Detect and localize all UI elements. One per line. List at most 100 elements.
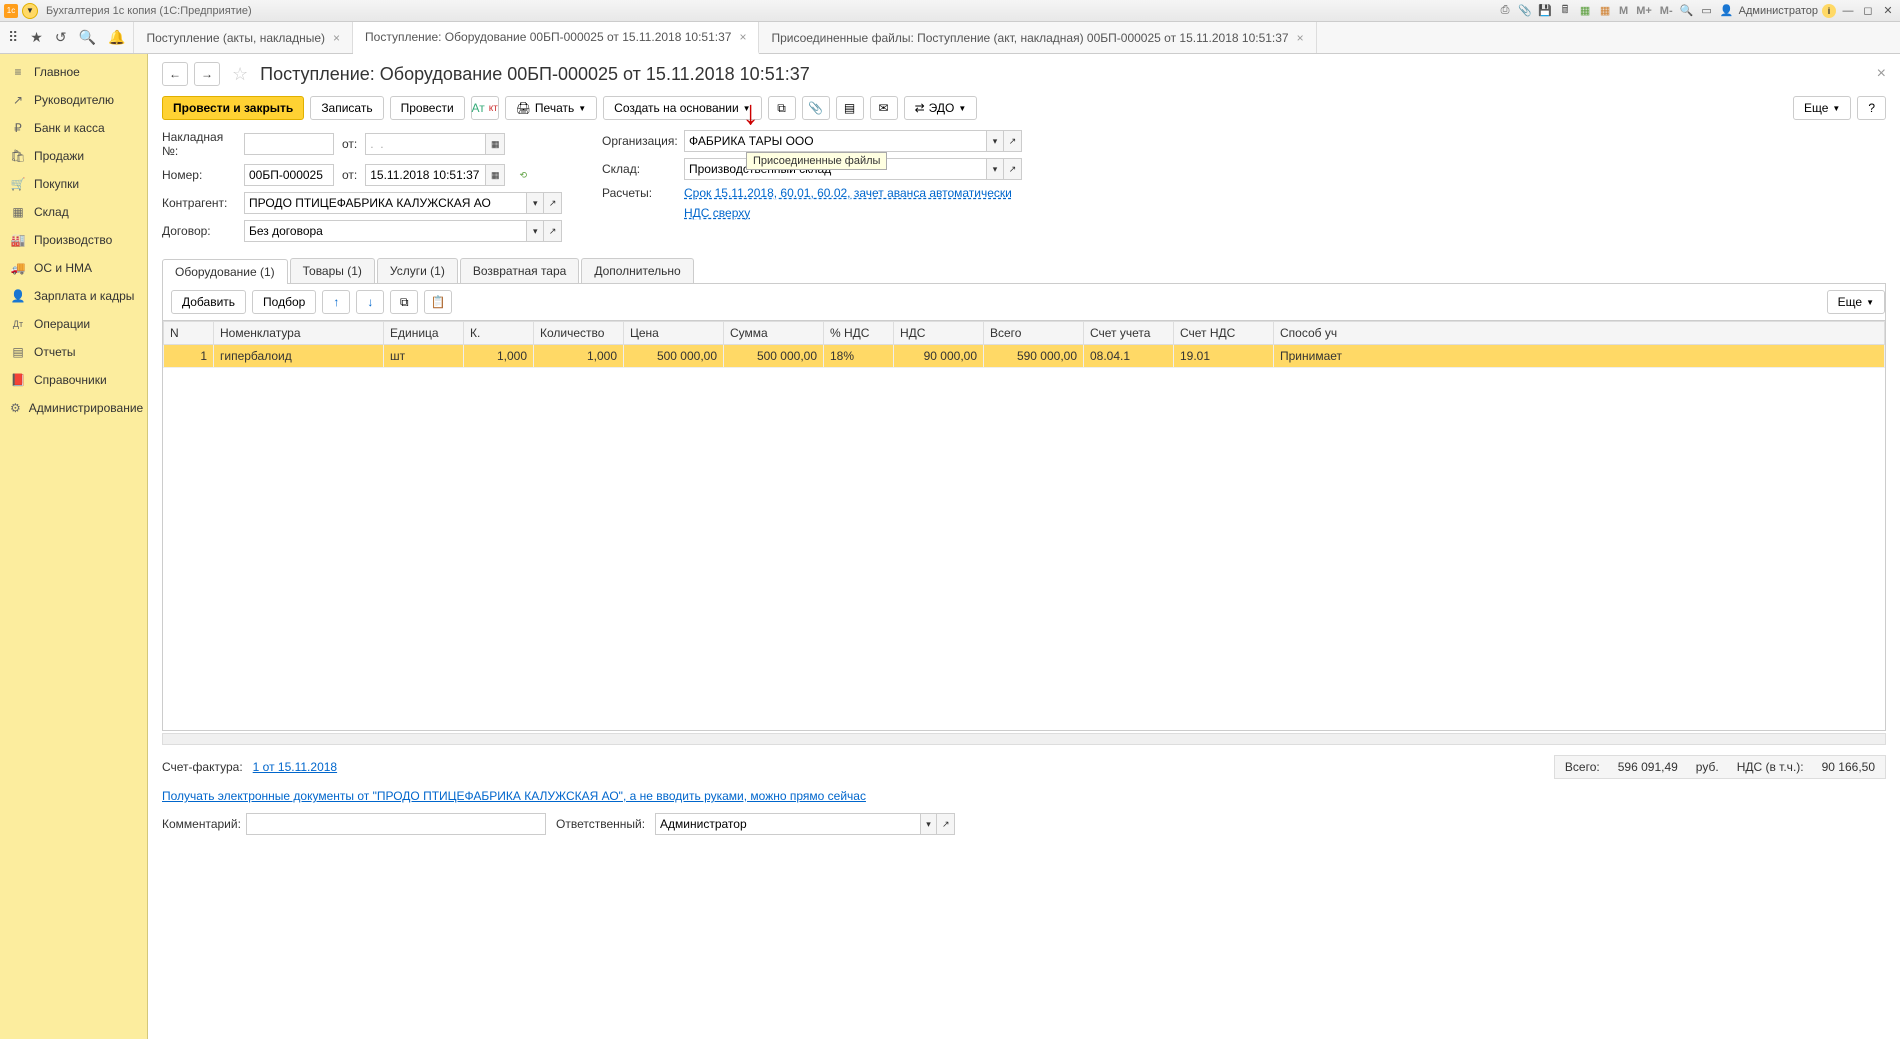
calendar-picker-icon[interactable]: ▦	[485, 164, 505, 186]
col-n[interactable]: N	[164, 322, 214, 345]
tab-receipt-document[interactable]: Поступление: Оборудование 00БП-000025 от…	[353, 22, 759, 54]
close-icon[interactable]: ×	[739, 30, 746, 44]
print-button[interactable]: 🖨Печать▼	[505, 96, 597, 120]
envelope-button[interactable]: ✉	[870, 96, 898, 120]
number-date-input[interactable]	[365, 164, 485, 186]
open-icon[interactable]: ↗	[1004, 158, 1022, 180]
col-k[interactable]: К.	[464, 322, 534, 345]
col-sum[interactable]: Сумма	[724, 322, 824, 345]
invoice-no-input[interactable]	[244, 133, 334, 155]
col-item[interactable]: Номенклатура	[214, 322, 384, 345]
paste-button[interactable]: 📋	[424, 290, 452, 314]
nav-forward-button[interactable]: →	[194, 62, 220, 86]
save-button[interactable]: Записать	[310, 96, 383, 120]
memory-m-icon[interactable]: M	[1617, 5, 1630, 17]
favorite-star-icon[interactable]: ☆	[232, 64, 248, 85]
calc-icon[interactable]: 🖩	[1557, 3, 1573, 19]
nav-back-button[interactable]: ←	[162, 62, 188, 86]
sidebar-item-bank[interactable]: ₽Банк и касса	[0, 114, 147, 142]
edo-promo-link[interactable]: Получать электронные документы от "ПРОДО…	[162, 789, 866, 803]
dropdown-icon[interactable]: ▾	[526, 192, 544, 214]
col-price[interactable]: Цена	[624, 322, 724, 345]
tab-equipment[interactable]: Оборудование (1)	[162, 259, 288, 284]
memory-mminus-icon[interactable]: M-	[1658, 5, 1675, 17]
col-acc[interactable]: Счет учета	[1084, 322, 1174, 345]
history-icon[interactable]: ↺	[55, 29, 67, 46]
dropdown-icon[interactable]: ▾	[526, 220, 544, 242]
search-sys-icon[interactable]: 🔍	[1679, 3, 1695, 19]
info-icon[interactable]: i	[1822, 4, 1836, 18]
memory-mplus-icon[interactable]: M+	[1634, 5, 1654, 17]
col-method[interactable]: Способ уч	[1274, 322, 1885, 345]
sidebar-item-reports[interactable]: ▤Отчеты	[0, 338, 147, 366]
tab-receipts-list[interactable]: Поступление (акты, накладные) ×	[134, 22, 353, 53]
notifications-icon[interactable]: 🔔	[108, 29, 125, 46]
calendar-icon[interactable]: ▦	[1577, 3, 1593, 19]
save-icon[interactable]: 💾	[1537, 3, 1553, 19]
tab-goods[interactable]: Товары (1)	[290, 258, 375, 283]
sidebar-item-operations[interactable]: ДтОперации	[0, 310, 147, 338]
move-up-button[interactable]: ↑	[322, 290, 350, 314]
open-icon[interactable]: ↗	[937, 813, 955, 835]
sidebar-item-catalogs[interactable]: 📕Справочники	[0, 366, 147, 394]
print-icon[interactable]: ⎙	[1497, 3, 1513, 19]
number-input[interactable]	[244, 164, 334, 186]
open-icon[interactable]: ↗	[544, 220, 562, 242]
close-doc-button[interactable]: ×	[1877, 65, 1886, 83]
comment-input[interactable]	[246, 813, 546, 835]
invoice-link[interactable]: 1 от 15.11.2018	[253, 760, 337, 774]
org-input[interactable]	[684, 130, 986, 152]
panel-icon[interactable]: ▭	[1699, 3, 1715, 19]
favorites-icon[interactable]: ★	[30, 29, 43, 46]
create-based-button[interactable]: Создать на основании▼	[603, 96, 761, 120]
sidebar-item-warehouse[interactable]: ▦Склад	[0, 198, 147, 226]
sidebar-item-production[interactable]: 🏭Производство	[0, 226, 147, 254]
structure-button[interactable]: ⧉	[768, 96, 796, 120]
sidebar-item-admin[interactable]: ⚙Администрирование	[0, 394, 147, 422]
app-menu-dropdown[interactable]: ▼	[22, 3, 38, 19]
counterparty-input[interactable]	[244, 192, 526, 214]
add-row-button[interactable]: Добавить	[171, 290, 246, 314]
close-icon[interactable]: ×	[333, 31, 340, 45]
move-down-button[interactable]: ↓	[356, 290, 384, 314]
col-unit[interactable]: Единица	[384, 322, 464, 345]
copy-button[interactable]: ⧉	[390, 290, 418, 314]
minimize-icon[interactable]: —	[1840, 3, 1856, 19]
tab-additional[interactable]: Дополнительно	[581, 258, 693, 283]
calc-link[interactable]: Срок 15.11.2018, 60.01, 60.02, зачет ава…	[684, 186, 1012, 200]
tab-services[interactable]: Услуги (1)	[377, 258, 458, 283]
sidebar-item-manager[interactable]: ↗Руководителю	[0, 86, 147, 114]
sidebar-item-sales[interactable]: 🛍Продажи	[0, 142, 147, 170]
horizontal-scrollbar[interactable]	[162, 733, 1886, 745]
sidebar-item-main[interactable]: ≡Главное	[0, 58, 147, 86]
invoice-date-input[interactable]	[365, 133, 485, 155]
table-row[interactable]: 1 гипербалоид шт 1,000 1,000 500 000,00 …	[164, 345, 1885, 368]
open-icon[interactable]: ↗	[1004, 130, 1022, 152]
edo-button[interactable]: ⇄ЭДО▼	[904, 96, 978, 120]
col-vat-rate[interactable]: % НДС	[824, 322, 894, 345]
col-qty[interactable]: Количество	[534, 322, 624, 345]
ledger-button[interactable]: ▤	[836, 96, 864, 120]
help-button[interactable]: ?	[1857, 96, 1886, 120]
close-window-icon[interactable]: ✕	[1880, 3, 1896, 19]
tab-returnable[interactable]: Возвратная тара	[460, 258, 580, 283]
attach-files-button[interactable]: 📎	[802, 96, 830, 120]
table-more-button[interactable]: Еще▼	[1827, 290, 1885, 314]
attach-icon[interactable]: 📎	[1517, 3, 1533, 19]
sidebar-item-assets[interactable]: 🚚ОС и НМА	[0, 254, 147, 282]
dropdown-icon[interactable]: ▾	[986, 158, 1004, 180]
more-button[interactable]: Еще▼	[1793, 96, 1851, 120]
sidebar-item-hr[interactable]: 👤Зарплата и кадры	[0, 282, 147, 310]
dt-kt-button[interactable]: Аткт	[471, 96, 499, 120]
refresh-icon[interactable]: ⟲	[513, 164, 533, 186]
dropdown-icon[interactable]: ▾	[986, 130, 1004, 152]
responsible-input[interactable]	[655, 813, 920, 835]
post-and-close-button[interactable]: Провести и закрыть	[162, 96, 304, 120]
grid-icon[interactable]: ▦	[1597, 3, 1613, 19]
col-total[interactable]: Всего	[984, 322, 1084, 345]
apps-icon[interactable]: ⠿	[8, 29, 18, 46]
sidebar-item-purchases[interactable]: 🛒Покупки	[0, 170, 147, 198]
maximize-icon[interactable]: ◻	[1860, 3, 1876, 19]
vat-link[interactable]: НДС сверху	[684, 206, 750, 220]
calendar-picker-icon[interactable]: ▦	[485, 133, 505, 155]
